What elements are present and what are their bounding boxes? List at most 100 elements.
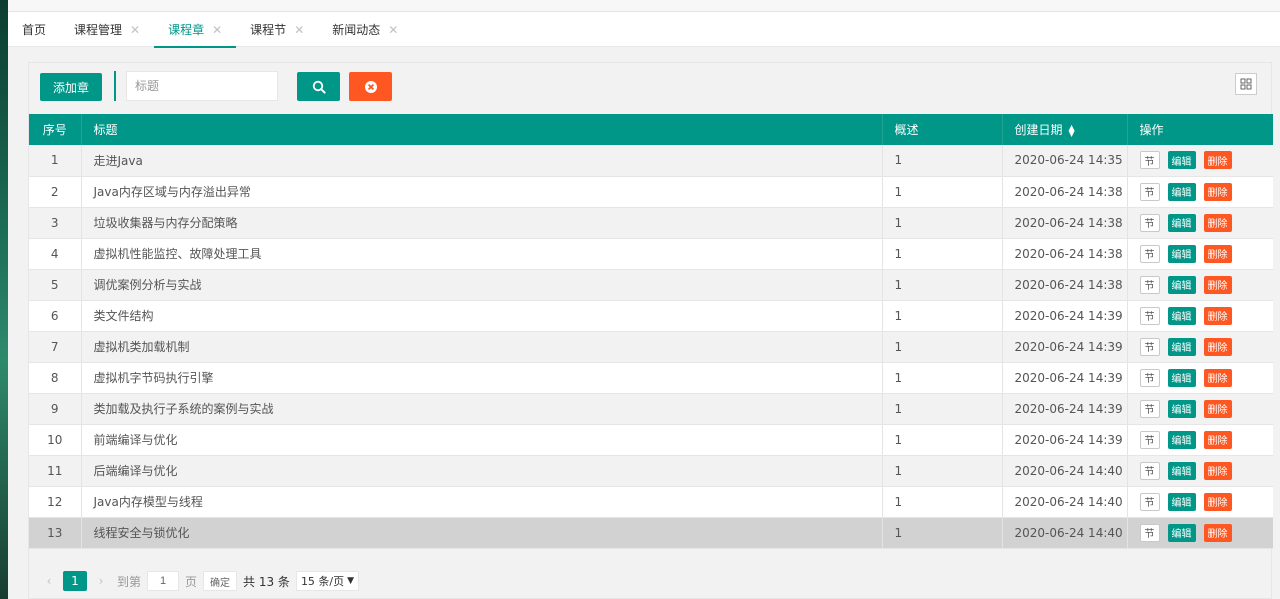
section-button[interactable]: 节: [1139, 244, 1160, 263]
row-operations: 节编辑 删除: [1127, 517, 1273, 549]
row-operations: 节编辑 删除: [1127, 331, 1273, 363]
column-filter-button[interactable]: [1235, 73, 1257, 95]
edit-button[interactable]: 编辑: [1167, 430, 1196, 449]
tab-0[interactable]: 首页: [8, 12, 60, 47]
header-index: 序号: [29, 114, 82, 145]
row-summary: 1: [882, 176, 1003, 208]
tab-1[interactable]: 课程管理 ✕: [60, 12, 154, 47]
delete-button[interactable]: 删除: [1203, 275, 1232, 294]
top-header-strip: [8, 0, 1280, 12]
edit-button[interactable]: 编辑: [1167, 306, 1196, 325]
reset-button[interactable]: [349, 72, 392, 101]
edit-button[interactable]: 编辑: [1167, 182, 1196, 201]
table-row[interactable]: 2 Java内存区域与内存溢出异常 1 2020-06-24 14:38 节编辑 删除: [29, 176, 1273, 208]
section-button[interactable]: 节: [1139, 275, 1160, 294]
delete-button[interactable]: 删除: [1203, 430, 1232, 449]
row-created-date: 2020-06-24 14:40: [1002, 455, 1128, 487]
header-summary: 概述: [882, 114, 1003, 145]
row-summary: 1: [882, 331, 1003, 363]
table-row[interactable]: 13 线程安全与锁优化 1 2020-06-24 14:40 节编辑 删除: [29, 517, 1273, 549]
section-button[interactable]: 节: [1139, 430, 1160, 449]
delete-button[interactable]: 删除: [1203, 492, 1232, 511]
add-chapter-button[interactable]: 添加章: [40, 73, 102, 101]
edit-button[interactable]: 编辑: [1167, 523, 1196, 542]
row-created-date: 2020-06-24 14:38: [1002, 269, 1128, 301]
delete-button[interactable]: 删除: [1203, 182, 1232, 201]
sort-icon[interactable]: ▲ ▼: [1069, 123, 1075, 137]
table-row[interactable]: 4 虚拟机性能监控、故障处理工具 1 2020-06-24 14:38 节编辑 删除: [29, 238, 1273, 270]
row-title: Java内存区域与内存溢出异常: [81, 176, 883, 208]
table-row[interactable]: 3 垃圾收集器与内存分配策略 1 2020-06-24 14:38 节编辑 删除: [29, 207, 1273, 239]
close-icon[interactable]: ✕: [130, 23, 140, 37]
goto-page-input[interactable]: [147, 571, 180, 591]
tab-2[interactable]: 课程章 ✕: [154, 12, 237, 48]
row-operations: 节编辑 删除: [1127, 393, 1273, 425]
delete-button[interactable]: 删除: [1203, 306, 1232, 325]
table-row[interactable]: 10 前端编译与优化 1 2020-06-24 14:39 节编辑 删除: [29, 424, 1273, 456]
row-created-date: 2020-06-24 14:40: [1002, 486, 1128, 518]
row-summary: 1: [882, 517, 1003, 549]
delete-button[interactable]: 删除: [1203, 213, 1232, 232]
edit-button[interactable]: 编辑: [1167, 337, 1196, 356]
section-button[interactable]: 节: [1139, 337, 1160, 356]
delete-button[interactable]: 删除: [1203, 337, 1232, 356]
section-button[interactable]: 节: [1139, 368, 1160, 387]
close-icon[interactable]: ✕: [294, 23, 304, 37]
page-size-select[interactable]: 15 条/页 ▼: [295, 571, 360, 591]
section-button[interactable]: 节: [1139, 151, 1160, 170]
table-row[interactable]: 12 Java内存模型与线程 1 2020-06-24 14:40 节编辑 删除: [29, 486, 1273, 518]
row-summary: 1: [882, 238, 1003, 270]
edit-button[interactable]: 编辑: [1167, 492, 1196, 511]
tab-label: 新闻动态: [332, 23, 381, 37]
tab-4[interactable]: 新闻动态 ✕: [318, 12, 412, 47]
close-icon[interactable]: ✕: [212, 23, 222, 37]
row-summary: 1: [882, 145, 1003, 177]
section-button[interactable]: 节: [1139, 523, 1160, 542]
row-summary: 1: [882, 269, 1003, 301]
row-title: 虚拟机类加载机制: [81, 331, 883, 363]
section-button[interactable]: 节: [1139, 306, 1160, 325]
edit-button[interactable]: 编辑: [1167, 275, 1196, 294]
section-button[interactable]: 节: [1139, 213, 1160, 232]
tab-3[interactable]: 课程节 ✕: [236, 12, 318, 47]
edit-button[interactable]: 编辑: [1167, 244, 1196, 263]
edit-button[interactable]: 编辑: [1167, 213, 1196, 232]
chapter-table: 序号 标题 概述 创建日期 ▲ ▼ 操作 1 走进Java 1 2020-06-24 14…: [29, 114, 1273, 549]
table-row[interactable]: 8 虚拟机字节码执行引擎 1 2020-06-24 14:39 节编辑 删除: [29, 362, 1273, 394]
row-created-date: 2020-06-24 14:38: [1002, 207, 1128, 239]
page-size-value: 15 条/页: [300, 575, 345, 588]
tab-label: 课程章: [168, 23, 205, 37]
search-button[interactable]: [297, 72, 340, 101]
close-icon[interactable]: ✕: [388, 23, 398, 37]
section-button[interactable]: 节: [1139, 182, 1160, 201]
next-page-icon[interactable]: ›: [91, 574, 111, 588]
goto-confirm-button[interactable]: 确定: [203, 571, 238, 591]
edit-button[interactable]: 编辑: [1167, 368, 1196, 387]
row-title: 前端编译与优化: [81, 424, 883, 456]
row-index: 8: [29, 362, 82, 394]
prev-page-icon[interactable]: ‹: [39, 574, 59, 588]
delete-button[interactable]: 删除: [1203, 151, 1232, 170]
search-icon: [312, 80, 326, 94]
delete-button[interactable]: 删除: [1203, 399, 1232, 418]
table-row[interactable]: 11 后端编译与优化 1 2020-06-24 14:40 节编辑 删除: [29, 455, 1273, 487]
table-row[interactable]: 6 类文件结构 1 2020-06-24 14:39 节编辑 删除: [29, 300, 1273, 332]
section-button[interactable]: 节: [1139, 492, 1160, 511]
delete-button[interactable]: 删除: [1203, 368, 1232, 387]
delete-button[interactable]: 删除: [1203, 523, 1232, 542]
title-search-input[interactable]: [126, 71, 278, 101]
section-button[interactable]: 节: [1139, 399, 1160, 418]
grid-icon: [1240, 78, 1252, 90]
table-row[interactable]: 7 虚拟机类加载机制 1 2020-06-24 14:39 节编辑 删除: [29, 331, 1273, 363]
header-created-date[interactable]: 创建日期 ▲ ▼: [1002, 114, 1128, 145]
table-row[interactable]: 9 类加载及执行子系统的案例与实战 1 2020-06-24 14:39 节编辑 删除: [29, 393, 1273, 425]
delete-button[interactable]: 删除: [1203, 461, 1232, 480]
edit-button[interactable]: 编辑: [1167, 151, 1196, 170]
table-row[interactable]: 1 走进Java 1 2020-06-24 14:35 节编辑 删除: [29, 145, 1273, 177]
edit-button[interactable]: 编辑: [1167, 399, 1196, 418]
section-button[interactable]: 节: [1139, 461, 1160, 480]
delete-button[interactable]: 删除: [1203, 244, 1232, 263]
edit-button[interactable]: 编辑: [1167, 461, 1196, 480]
table-row[interactable]: 5 调优案例分析与实战 1 2020-06-24 14:38 节编辑 删除: [29, 269, 1273, 301]
current-page[interactable]: 1: [63, 571, 87, 591]
